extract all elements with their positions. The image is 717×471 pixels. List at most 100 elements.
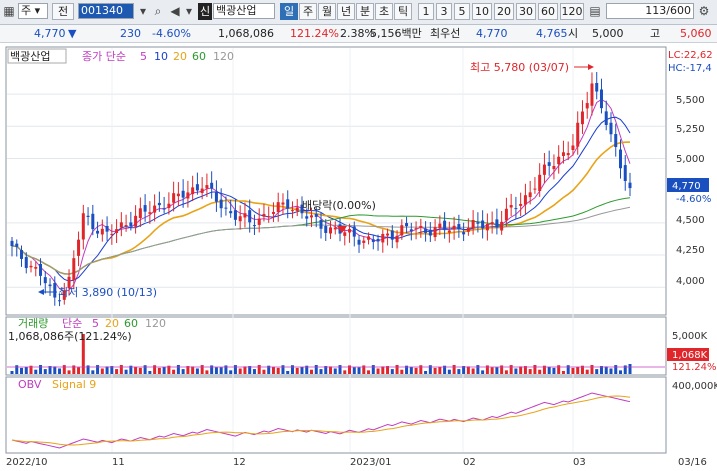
volume-bar (43, 369, 47, 374)
dividend-label: 배당락(0.00%) (302, 199, 376, 212)
volume-bar (343, 370, 347, 374)
settings-icon[interactable]: ⚙ (697, 4, 711, 18)
ytick-4500: 4,500 (676, 215, 705, 226)
candle-body (457, 224, 461, 229)
candle-body (329, 227, 333, 234)
volume-bar (495, 367, 499, 374)
volume-bar (67, 370, 71, 374)
candle-body (542, 164, 546, 175)
tab-minute[interactable]: 분 (356, 3, 374, 20)
min-20[interactable]: 20 (494, 3, 514, 20)
ma-20: 20 (173, 50, 187, 63)
candle-body (267, 216, 271, 218)
xtick-03-16: 03/16 (678, 457, 707, 468)
calendar-icon[interactable]: ▤ (588, 4, 602, 18)
volume-bar (547, 366, 551, 374)
candle-body (314, 213, 318, 217)
volume-bar (105, 366, 109, 374)
candle-body (20, 250, 24, 259)
tab-day[interactable]: 일 (280, 3, 298, 20)
grid-icon[interactable]: ▦ (2, 4, 16, 18)
volume-bar (314, 365, 318, 374)
volume-bar (262, 369, 266, 374)
candle-body (438, 223, 442, 229)
volume-bar (34, 369, 38, 374)
price-tag-percent: -4.60% (676, 194, 711, 205)
xtick-11: 11 (112, 457, 125, 468)
count-display[interactable]: 113/600 (606, 3, 694, 19)
volume-bar (552, 367, 556, 374)
candle-body (552, 166, 556, 170)
volume-bar (604, 366, 608, 374)
volume-bar (286, 370, 290, 374)
volume-bar (252, 369, 256, 374)
stock-chart[interactable]: 백광산업 종가 단순 5 10 20 60 120 LC:22,62 HC:-1… (0, 43, 717, 468)
change-percent: -4.60% (152, 27, 191, 40)
volume-bar (433, 367, 437, 374)
candle-body (257, 218, 261, 225)
ytick-5000: 5,000 (676, 154, 705, 165)
candle-body (400, 225, 404, 236)
tab-second[interactable]: 초 (375, 3, 393, 20)
ytick-5250: 5,250 (676, 124, 705, 135)
volume-bar (219, 367, 223, 374)
tab-tick[interactable]: 틱 (394, 3, 412, 20)
min-120[interactable]: 120 (560, 3, 584, 20)
market-select[interactable]: 주 ▾ (18, 3, 48, 19)
volume-bar (229, 370, 233, 374)
candle-body (157, 202, 161, 206)
min-60[interactable]: 60 (538, 3, 558, 20)
volume-ma-label: 단순 (62, 317, 82, 330)
candle-body (333, 227, 337, 230)
candle-body (324, 226, 328, 233)
volume-bar (504, 370, 508, 374)
candle-body (34, 267, 38, 269)
candle-body (623, 165, 627, 181)
speaker-icon[interactable]: ◀ (168, 4, 182, 18)
volume-tag-percent: 121.24% (672, 362, 717, 373)
volume-bar (628, 364, 632, 374)
candle-body (81, 213, 85, 240)
candle-body (176, 193, 180, 197)
chart-area[interactable]: 백광산업 종가 단순 5 10 20 60 120 LC:22,62 HC:-1… (0, 43, 717, 468)
candle-body (134, 215, 138, 227)
price-panel (5, 46, 667, 316)
min-5[interactable]: 5 (454, 3, 470, 20)
candle-body (362, 240, 366, 243)
candle-body (262, 213, 266, 217)
candle-body (447, 230, 451, 233)
min-10[interactable]: 10 (472, 3, 492, 20)
min-30[interactable]: 30 (516, 3, 536, 20)
candle-body (595, 82, 599, 92)
candle-body (462, 232, 466, 235)
candle-body (390, 230, 394, 240)
candle-body (39, 263, 43, 276)
candle-body (248, 210, 252, 223)
candle-body (172, 193, 176, 203)
stock-name: 백광산업 (213, 3, 275, 19)
volume-bar (20, 367, 24, 374)
candle-body (100, 228, 104, 235)
market-button[interactable]: 전 (52, 3, 74, 20)
candle-body (528, 192, 532, 198)
min-1[interactable]: 1 (418, 3, 434, 20)
volume-bar (96, 365, 100, 374)
candle-body (53, 283, 57, 298)
candle-body (153, 205, 157, 213)
volume-bar (138, 367, 142, 374)
code-input[interactable]: 001340 (78, 3, 134, 19)
candle-body (414, 228, 418, 230)
volume-bar (457, 369, 461, 374)
tab-week[interactable]: 주 (299, 3, 317, 20)
menu-icon[interactable]: ▾ (182, 4, 196, 18)
candle-body (252, 225, 256, 227)
panel-title: 백광산업 (10, 50, 50, 63)
tab-month[interactable]: 월 (318, 3, 336, 20)
min-3[interactable]: 3 (436, 3, 452, 20)
search-icon[interactable]: ⌕ (151, 4, 165, 18)
tab-year[interactable]: 년 (337, 3, 355, 20)
dropdown-icon[interactable]: ▾ (136, 4, 150, 18)
volume-bar (514, 368, 518, 374)
obv-signal: Signal 9 (52, 378, 96, 391)
xtick-2022-10: 2022/10 (6, 457, 48, 468)
